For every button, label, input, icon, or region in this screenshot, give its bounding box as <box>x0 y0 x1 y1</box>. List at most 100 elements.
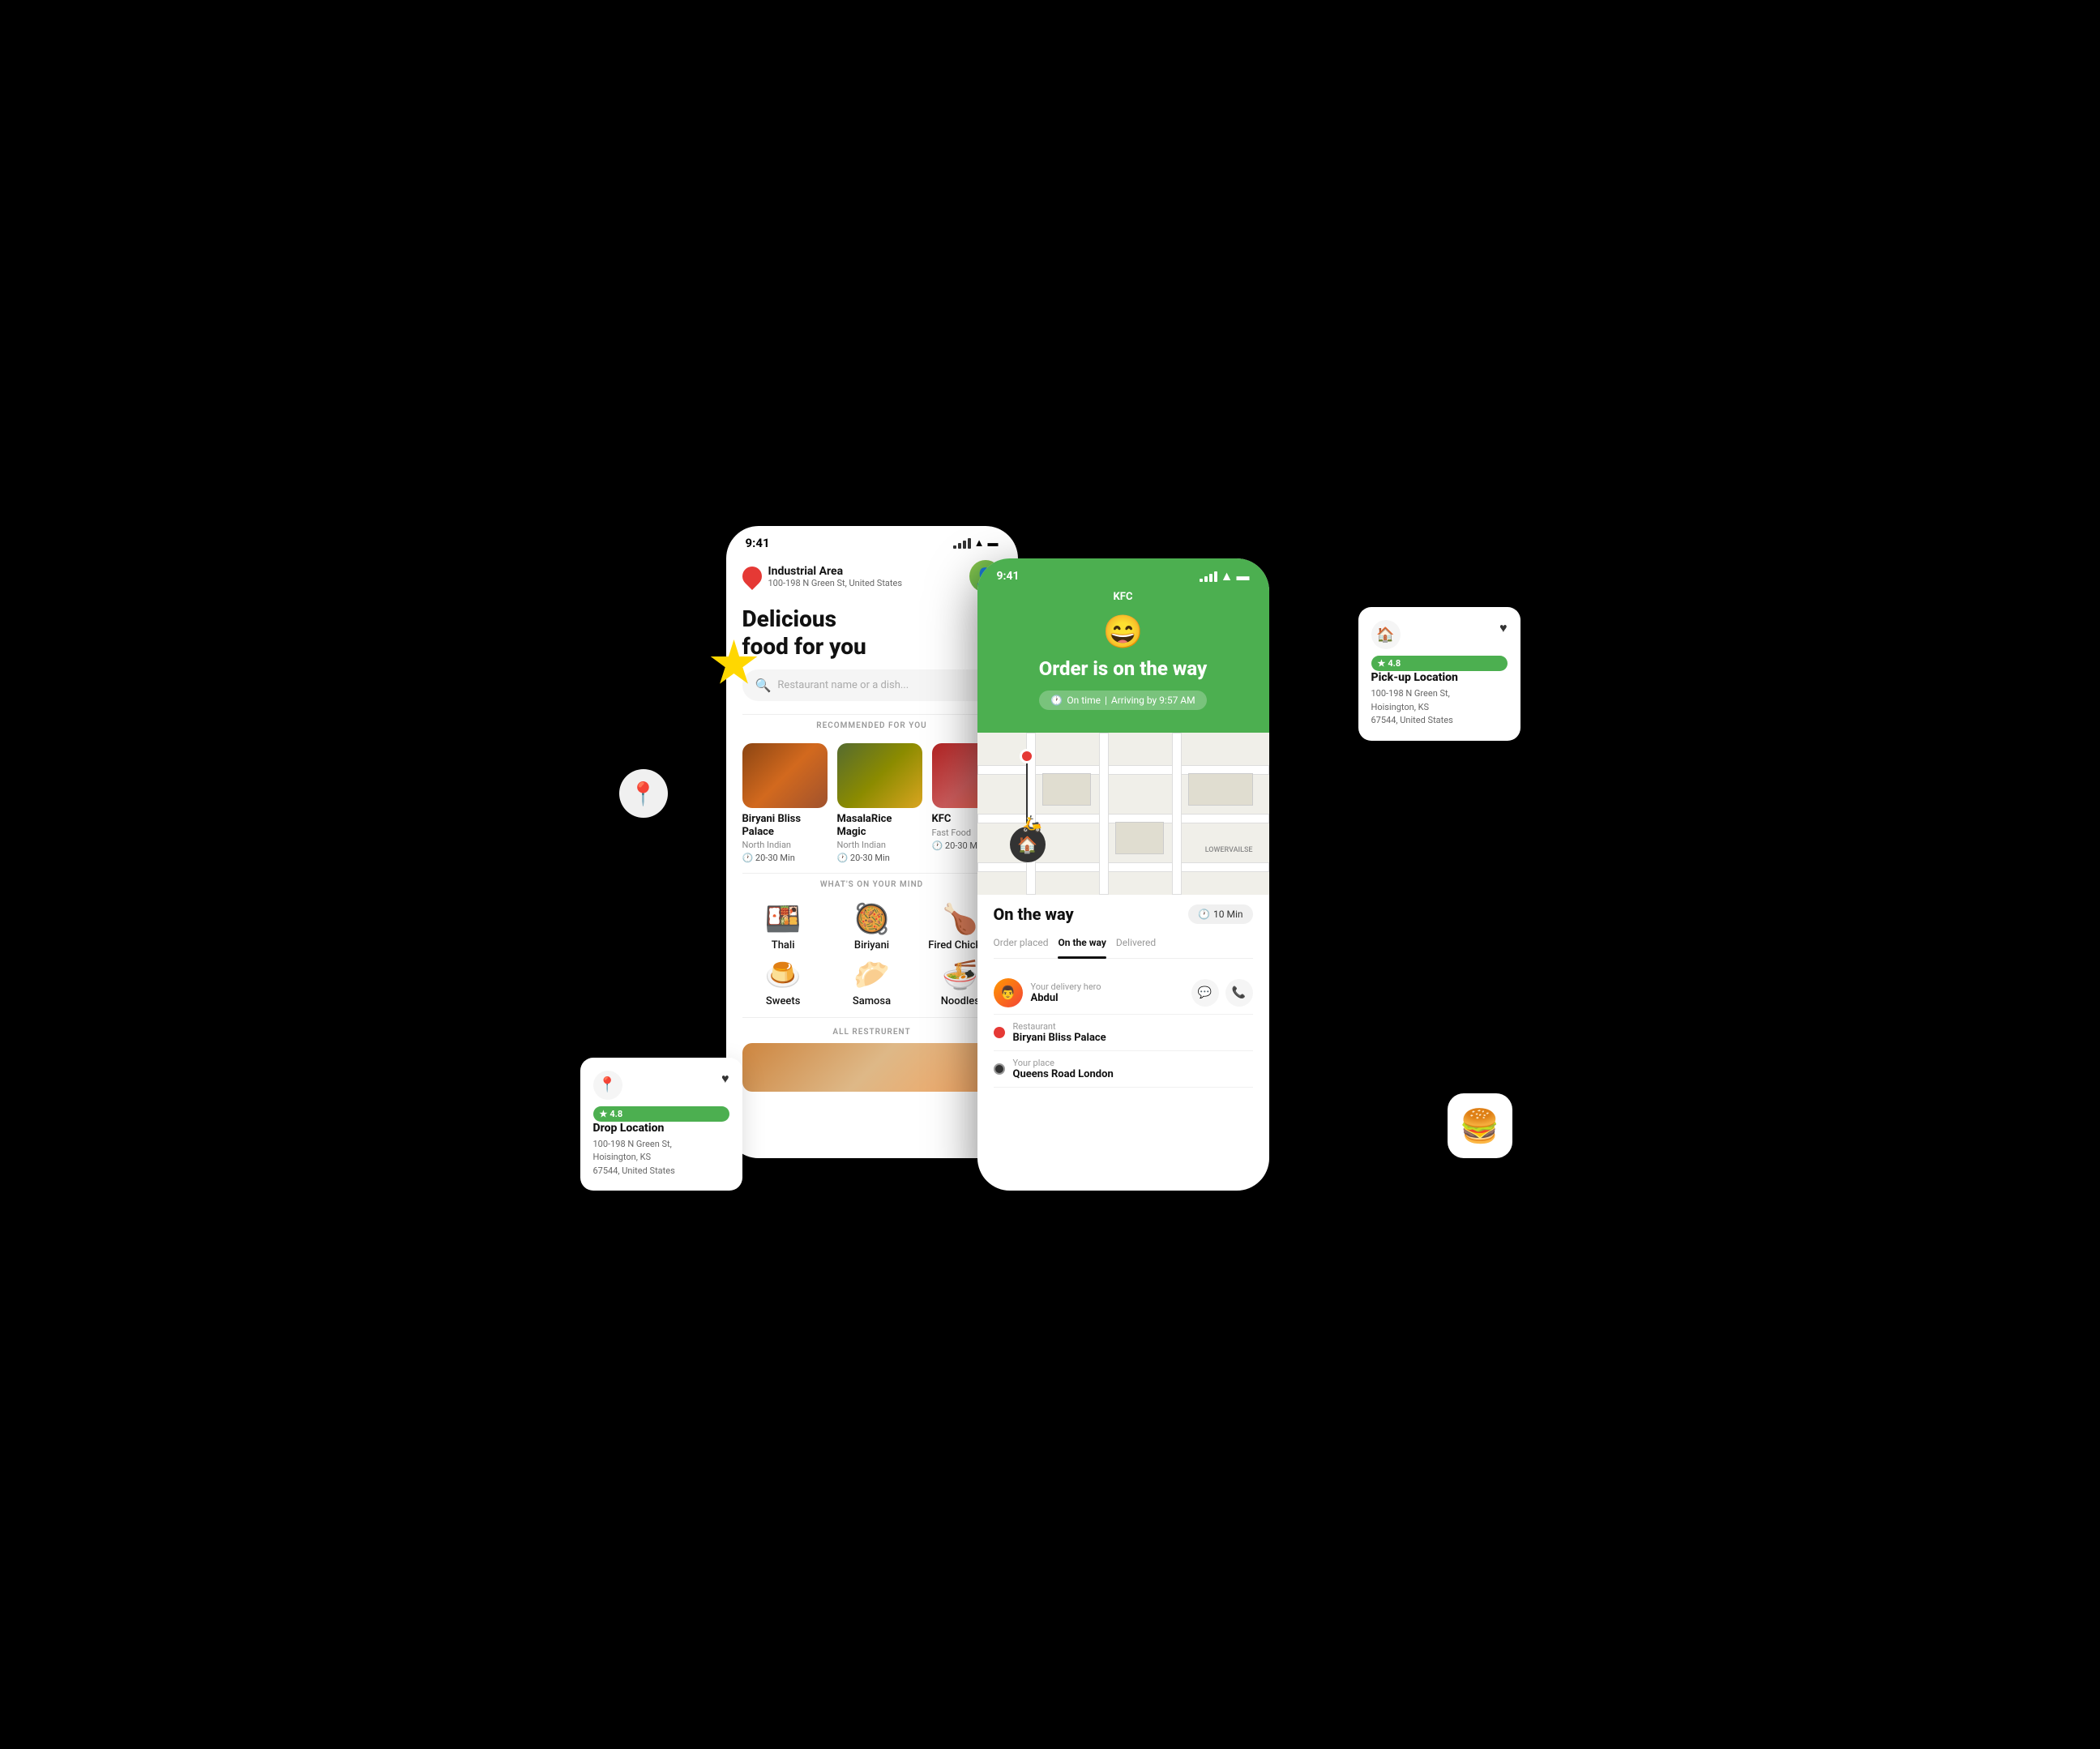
delivery-hero-info: 👨 Your delivery hero Abdul <box>994 978 1101 1007</box>
phone2-status-bar: 9:41 ▲ ▬ <box>977 558 1269 588</box>
drop-card-title: Drop Location <box>593 1122 729 1135</box>
noodles-emoji: 🍜 <box>942 958 978 992</box>
time-estimate: 10 Min <box>1213 909 1243 920</box>
order-title: Order is on the way <box>977 654 1269 684</box>
sweets-emoji: 🍮 <box>765 958 802 992</box>
map-area: LOWERVAILSE 🏠 🛵 <box>977 733 1269 895</box>
clock-icon: 🕐 <box>1050 695 1063 706</box>
samosa-name: Samosa <box>853 995 891 1007</box>
status-icons-1: ▲ ▬ <box>953 537 999 550</box>
on-the-way-header: On the way 🕐 10 Min <box>994 904 1253 924</box>
restaurant-preview-image <box>742 1043 1002 1092</box>
heart-icon: ♥ <box>721 1071 729 1087</box>
restaurant-name: Biryani Bliss Palace <box>1013 1032 1106 1044</box>
restaurant-row: Restaurant Biryani Bliss Palace <box>994 1015 1253 1051</box>
signal-bar-2-1 <box>1200 579 1203 582</box>
battery-icon-1: ▬ <box>988 537 999 550</box>
map-building-3 <box>1188 773 1253 806</box>
pickup-heart-icon: ♥ <box>1499 620 1508 636</box>
category-samosa[interactable]: 🥟 Samosa <box>831 958 913 1007</box>
phone2-header: 9:41 ▲ ▬ KFC 😄 Order is on the way � <box>977 558 1269 733</box>
on-the-way-title: On the way <box>994 904 1074 924</box>
recommended-scroll: Biryani Bliss Palace North Indian 🕐 20-3… <box>726 737 1018 870</box>
on-time-badge: 🕐 On time | Arriving by 9:57 AM <box>1039 691 1206 710</box>
delivery-hero-avatar: 👨 <box>994 978 1023 1007</box>
categories-grid: 🍱 Thali 🥘 Biriyani 🍗 Fired Chicken 🍮 Swe… <box>726 896 1018 1014</box>
your-place-value: Queens Road London <box>1013 1068 1114 1080</box>
divider-3 <box>742 1017 1002 1018</box>
restaurant-text: Restaurant Biryani Bliss Palace <box>1013 1021 1106 1044</box>
brand-label: KFC <box>977 588 1269 606</box>
tab-order-placed[interactable]: Order placed <box>994 934 1059 951</box>
pickup-card-title: Pick-up Location <box>1371 671 1508 684</box>
location-pin-card: 📍 <box>619 769 668 818</box>
delivery-hero-row: 👨 Your delivery hero Abdul 💬 📞 <box>994 972 1253 1015</box>
pickup-pin-icon: 🏠 <box>1371 620 1401 649</box>
delivery-action-icons: 💬 📞 <box>1191 979 1253 1007</box>
all-restaurant-label: ALL RESTRURENT <box>726 1021 1018 1043</box>
your-place-label: Your place <box>1013 1058 1114 1068</box>
status-icons-2: ▲ ▬ <box>1200 568 1250 584</box>
call-button[interactable]: 📞 <box>1225 979 1253 1007</box>
map-road-h3 <box>977 862 1269 872</box>
wifi-icon-1: ▲ <box>974 537 985 550</box>
wifi-icon-2: ▲ <box>1221 568 1234 584</box>
food-image-biryani <box>742 743 828 808</box>
map-label: LOWERVAILSE <box>1205 846 1253 854</box>
happy-emoji: 😄 <box>977 606 1269 654</box>
your-place-row: Your place Queens Road London <box>994 1051 1253 1088</box>
food-time-biryani: 🕐 20-30 Min <box>742 853 828 863</box>
search-icon: 🔍 <box>755 678 772 693</box>
location-name: Industrial Area <box>768 565 903 578</box>
signal-bar-2-4 <box>1214 571 1217 582</box>
food-name-masala: MasalaRice Magic <box>837 813 922 838</box>
pickup-location-card: 🏠 ♥ ★ 4.8 Pick-up Location 100-198 N Gre… <box>1358 607 1520 741</box>
arriving-text: Arriving by 9:57 AM <box>1111 695 1195 706</box>
signal-bars-2 <box>1200 571 1217 582</box>
map-building-1 <box>1042 773 1091 806</box>
on-time-text: On time <box>1067 695 1101 706</box>
drop-card-address: 100-198 N Green St,Hoisington, KS67544, … <box>593 1138 729 1178</box>
status-time-1: 9:41 <box>746 536 770 550</box>
on-time-section: 🕐 On time | Arriving by 9:57 AM <box>977 684 1269 716</box>
whats-on-mind-label: WHAT'S ON YOUR MIND <box>726 880 1018 889</box>
biriyani-name: Biriyani <box>854 939 889 951</box>
phone1-header: Industrial Area 100-198 N Green St, Unit… <box>726 554 1018 602</box>
destination-dot <box>994 1063 1005 1075</box>
signal-bar-2 <box>958 543 961 549</box>
phone2-order-tracking: 9:41 ▲ ▬ KFC 😄 Order is on the way � <box>977 558 1269 1191</box>
category-biriyani[interactable]: 🥘 Biriyani <box>831 902 913 951</box>
status-time-2: 9:41 <box>997 570 1020 583</box>
drop-rating-badge: ★ 4.8 <box>593 1106 729 1122</box>
your-place-text: Your place Queens Road London <box>1013 1058 1114 1080</box>
signal-bar-3 <box>963 541 966 549</box>
signal-bar-4 <box>968 538 971 549</box>
location-info: Industrial Area 100-198 N Green St, Unit… <box>742 565 903 588</box>
food-card-masala[interactable]: MasalaRice Magic North Indian 🕐 20-30 Mi… <box>837 743 922 863</box>
tab-on-the-way[interactable]: On the way <box>1058 934 1115 951</box>
tab-delivered[interactable]: Delivered <box>1116 934 1165 951</box>
search-bar[interactable]: 🔍 Restaurant name or a dish... <box>742 669 1002 701</box>
delivery-hero-text: Your delivery hero Abdul <box>1031 981 1101 1004</box>
signal-bar-1 <box>953 545 956 549</box>
signal-bar-2-2 <box>1204 576 1208 582</box>
status-bar-1: 9:41 ▲ ▬ <box>726 526 1018 554</box>
pickup-star-icon: ★ <box>1378 658 1386 669</box>
separator: | <box>1105 695 1107 706</box>
signal-bars-1 <box>953 538 971 549</box>
search-placeholder-text: Restaurant name or a dish... <box>777 679 909 691</box>
map-building-2 <box>1115 822 1164 854</box>
biriyani-emoji: 🥘 <box>853 902 890 936</box>
food-name-biryani: Biryani Bliss Palace <box>742 813 828 838</box>
drop-location-card: 📍 ♥ ★ 4.8 Drop Location 100-198 N Green … <box>580 1058 742 1191</box>
food-card-biryani[interactable]: Biryani Bliss Palace North Indian 🕐 20-3… <box>742 743 828 863</box>
location-pin-icon <box>738 562 766 590</box>
category-thali[interactable]: 🍱 Thali <box>742 902 824 951</box>
chat-button[interactable]: 💬 <box>1191 979 1219 1007</box>
food-cuisine-biryani: North Indian <box>742 840 828 850</box>
map-road-v3 <box>1172 733 1182 895</box>
category-sweets[interactable]: 🍮 Sweets <box>742 958 824 1007</box>
recommended-label: RECOMMENDED FOR YOU <box>726 721 1018 730</box>
scene: 📍 ♥ ★ 4.8 Drop Location 100-198 N Green … <box>564 510 1537 1239</box>
pickup-rating-badge: ★ 4.8 <box>1371 656 1508 671</box>
